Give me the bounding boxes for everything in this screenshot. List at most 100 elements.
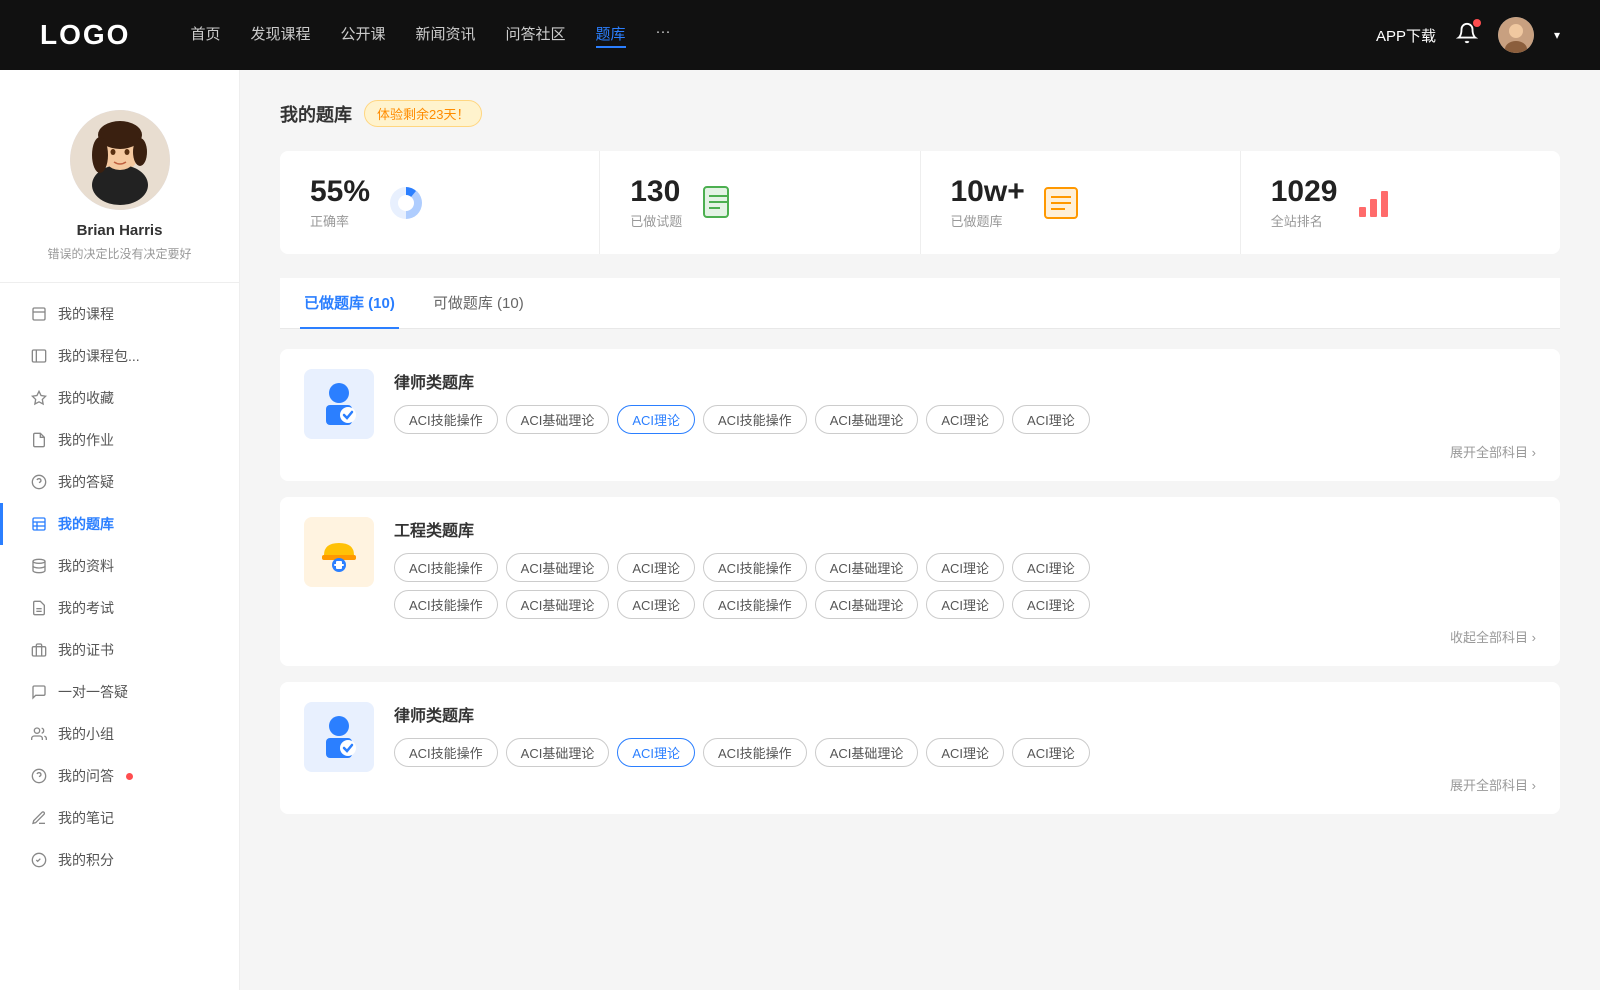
qbank-card-inner-1: 律师类题库 ACI技能操作 ACI基础理论 ACI理论 ACI技能操作 ACI基… xyxy=(304,369,1536,461)
sidebar-label-points: 我的积分 xyxy=(58,850,114,870)
tag-2-11[interactable]: ACI技能操作 xyxy=(703,590,807,619)
tag-2-12[interactable]: ACI基础理论 xyxy=(815,590,919,619)
sidebar-menu: 我的课程 我的课程包... 我的收藏 我的作业 xyxy=(0,293,239,881)
page-wrap: Brian Harris 错误的决定比没有决定要好 我的课程 我的课程包... xyxy=(0,70,1600,990)
tag-3-7[interactable]: ACI理论 xyxy=(1012,738,1090,767)
collapse-link-2[interactable]: 收起全部科目 › xyxy=(394,627,1536,646)
expand-link-1[interactable]: 展开全部科目 › xyxy=(394,442,1536,461)
sidebar-item-points[interactable]: 我的积分 xyxy=(0,839,239,881)
tag-3-5[interactable]: ACI基础理论 xyxy=(815,738,919,767)
sidebar-item-tutor[interactable]: 一对一答疑 xyxy=(0,671,239,713)
nav-qa[interactable]: 问答社区 xyxy=(506,23,566,48)
nav-open[interactable]: 公开课 xyxy=(340,23,385,48)
qbank-title-3: 律师类题库 xyxy=(394,702,1536,726)
tag-1-3[interactable]: ACI理论 xyxy=(617,405,695,434)
sidebar-label-data: 我的资料 xyxy=(58,556,114,576)
sidebar-item-myqa[interactable]: 我的问答 xyxy=(0,755,239,797)
tabs-row: 已做题库 (10) 可做题库 (10) xyxy=(280,278,1560,329)
sidebar-item-exam[interactable]: 我的考试 xyxy=(0,587,239,629)
section-header: 我的题库 体验剩余23天！ xyxy=(280,100,1560,127)
tag-1-4[interactable]: ACI技能操作 xyxy=(703,405,807,434)
sidebar-item-bank[interactable]: 我的题库 xyxy=(0,503,239,545)
doc-icon xyxy=(698,183,738,223)
qbank-info-2: 工程类题库 ACI技能操作 ACI基础理论 ACI理论 ACI技能操作 ACI基… xyxy=(394,517,1536,646)
tag-2-13[interactable]: ACI理论 xyxy=(926,590,1004,619)
tag-2-10[interactable]: ACI理论 xyxy=(617,590,695,619)
sidebar-item-data[interactable]: 我的资料 xyxy=(0,545,239,587)
tag-2-9[interactable]: ACI基础理论 xyxy=(506,590,610,619)
sidebar-label-group: 我的小组 xyxy=(58,724,114,744)
tag-1-6[interactable]: ACI理论 xyxy=(926,405,1004,434)
tag-2-1[interactable]: ACI技能操作 xyxy=(394,553,498,582)
sidebar: Brian Harris 错误的决定比没有决定要好 我的课程 我的课程包... xyxy=(0,70,240,990)
tag-1-7[interactable]: ACI理论 xyxy=(1012,405,1090,434)
stat-bank-done: 10w+ 已做题库 xyxy=(921,151,1241,254)
tab-done[interactable]: 已做题库 (10) xyxy=(300,278,399,329)
qbank-icon-lawyer-1 xyxy=(304,369,374,439)
nav-news[interactable]: 新闻资讯 xyxy=(416,23,476,48)
tag-2-2[interactable]: ACI基础理论 xyxy=(506,553,610,582)
sidebar-label-bank: 我的题库 xyxy=(58,514,114,534)
nav-right: APP下载 ▾ xyxy=(1376,17,1560,53)
tag-3-3[interactable]: ACI理论 xyxy=(617,738,695,767)
tag-3-2[interactable]: ACI基础理论 xyxy=(506,738,610,767)
nav-more[interactable]: ··· xyxy=(656,23,671,48)
qbank-card-engineer: 工程类题库 ACI技能操作 ACI基础理论 ACI理论 ACI技能操作 ACI基… xyxy=(280,497,1560,666)
sidebar-item-qa[interactable]: 我的答疑 xyxy=(0,461,239,503)
logo: LOGO xyxy=(40,19,130,51)
tag-3-4[interactable]: ACI技能操作 xyxy=(703,738,807,767)
notification-bell[interactable] xyxy=(1456,22,1478,48)
user-motto: 错误的决定比没有决定要好 xyxy=(47,245,191,262)
stat-number-accuracy: 55% xyxy=(310,175,370,209)
user-avatar xyxy=(70,110,170,210)
nav-bank[interactable]: 题库 xyxy=(596,23,626,48)
tag-2-6[interactable]: ACI理论 xyxy=(926,553,1004,582)
stat-text-rank: 1029 全站排名 xyxy=(1271,175,1338,230)
tag-2-7[interactable]: ACI理论 xyxy=(1012,553,1090,582)
qbank-card-lawyer-1: 律师类题库 ACI技能操作 ACI基础理论 ACI理论 ACI技能操作 ACI基… xyxy=(280,349,1560,481)
qbank-info-1: 律师类题库 ACI技能操作 ACI基础理论 ACI理论 ACI技能操作 ACI基… xyxy=(394,369,1536,461)
tag-3-1[interactable]: ACI技能操作 xyxy=(394,738,498,767)
pie-chart-icon xyxy=(386,183,426,223)
exam-icon xyxy=(30,599,48,617)
points-icon xyxy=(30,851,48,869)
sidebar-item-course[interactable]: 我的课程 xyxy=(0,293,239,335)
expand-link-3[interactable]: 展开全部科目 › xyxy=(394,775,1536,794)
tag-2-4[interactable]: ACI技能操作 xyxy=(703,553,807,582)
tag-2-5[interactable]: ACI基础理论 xyxy=(815,553,919,582)
tag-1-2[interactable]: ACI基础理论 xyxy=(506,405,610,434)
tag-2-3[interactable]: ACI理论 xyxy=(617,553,695,582)
sidebar-label-homework: 我的作业 xyxy=(58,430,114,450)
tag-3-6[interactable]: ACI理论 xyxy=(926,738,1004,767)
qbank-card-inner-2: 工程类题库 ACI技能操作 ACI基础理论 ACI理论 ACI技能操作 ACI基… xyxy=(304,517,1536,646)
sidebar-item-cert[interactable]: 我的证书 xyxy=(0,629,239,671)
sidebar-item-package[interactable]: 我的课程包... xyxy=(0,335,239,377)
app-download-link[interactable]: APP下载 xyxy=(1376,25,1436,46)
tag-1-5[interactable]: ACI基础理论 xyxy=(815,405,919,434)
list-icon xyxy=(1041,183,1081,223)
sidebar-label-qa: 我的答疑 xyxy=(58,472,114,492)
nav-home[interactable]: 首页 xyxy=(190,23,220,48)
qbank-title-1: 律师类题库 xyxy=(394,369,1536,393)
tag-2-14[interactable]: ACI理论 xyxy=(1012,590,1090,619)
user-avatar-nav[interactable] xyxy=(1498,17,1534,53)
myqa-dot xyxy=(126,773,133,780)
sidebar-item-favorites[interactable]: 我的收藏 xyxy=(0,377,239,419)
notification-dot xyxy=(1473,19,1481,27)
nav-discover[interactable]: 发现课程 xyxy=(250,23,310,48)
sidebar-item-group[interactable]: 我的小组 xyxy=(0,713,239,755)
sidebar-label-myqa: 我的问答 xyxy=(58,766,114,786)
tag-1-1[interactable]: ACI技能操作 xyxy=(394,405,498,434)
bank-icon xyxy=(30,515,48,533)
trial-badge: 体验剩余23天！ xyxy=(364,100,482,127)
tab-available[interactable]: 可做题库 (10) xyxy=(429,278,528,329)
stat-accuracy: 55% 正确率 xyxy=(280,151,600,254)
bar-chart-icon xyxy=(1354,183,1394,223)
user-dropdown-arrow[interactable]: ▾ xyxy=(1554,28,1560,42)
qbank-tags-2-row1: ACI技能操作 ACI基础理论 ACI理论 ACI技能操作 ACI基础理论 AC… xyxy=(394,553,1536,582)
course-icon xyxy=(30,305,48,323)
sidebar-item-homework[interactable]: 我的作业 xyxy=(0,419,239,461)
qbank-tags-3: ACI技能操作 ACI基础理论 ACI理论 ACI技能操作 ACI基础理论 AC… xyxy=(394,738,1536,767)
tag-2-8[interactable]: ACI技能操作 xyxy=(394,590,498,619)
sidebar-item-notes[interactable]: 我的笔记 xyxy=(0,797,239,839)
